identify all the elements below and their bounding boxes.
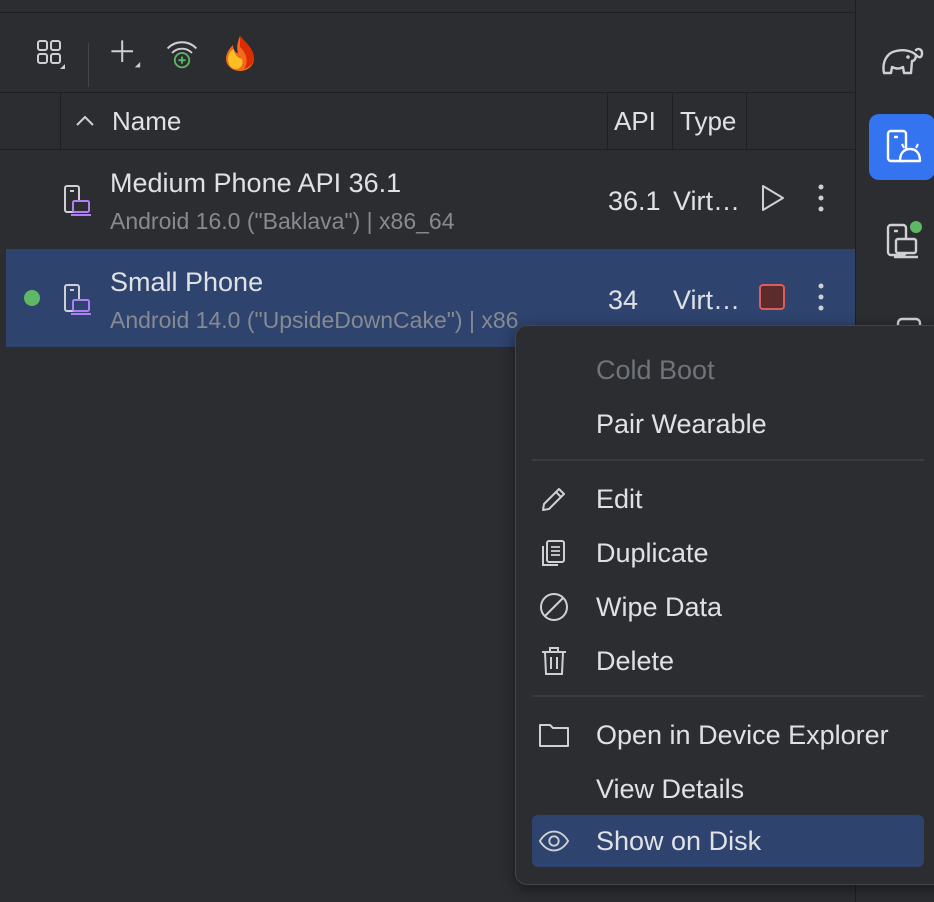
running-devices-icon[interactable]	[869, 206, 934, 272]
copy-icon	[538, 537, 570, 569]
device-type: Virt…	[673, 285, 741, 315]
device-manager-icon[interactable]	[869, 114, 934, 180]
device-row[interactable]: Medium Phone API 36.1 Android 16.0 ("Bak…	[6, 150, 855, 248]
toolbar-separator	[88, 43, 89, 87]
device-details: Android 16.0 ("Baklava") | x86_64	[110, 208, 455, 234]
more-options-icon[interactable]	[806, 180, 836, 216]
menu-item-label: Edit	[596, 483, 643, 514]
folder-icon	[538, 719, 570, 751]
device-toolbar	[0, 13, 855, 93]
device-api-level: 36.1	[608, 186, 661, 216]
menu-item-show-on-disk[interactable]: Show on Disk	[532, 815, 924, 867]
menu-item-label: Pair Wearable	[596, 408, 767, 439]
menu-item-delete[interactable]: Delete	[532, 635, 924, 687]
panel-top-border	[0, 0, 855, 13]
menu-item-label: Duplicate	[596, 537, 709, 568]
menu-separator	[532, 459, 924, 461]
virtual-device-icon	[62, 283, 94, 322]
running-status-dot	[24, 290, 40, 306]
firebase-icon[interactable]	[222, 35, 258, 71]
device-context-menu: Cold Boot Pair Wearable Edit Duplicate W…	[515, 325, 934, 885]
menu-item-open-in-device-explorer[interactable]: Open in Device Explorer	[532, 709, 924, 761]
pencil-icon	[538, 483, 570, 515]
menu-item-label: Delete	[596, 645, 675, 676]
trash-icon	[538, 645, 570, 677]
device-group-icon[interactable]	[32, 35, 68, 71]
menu-item-label: View Details	[596, 773, 745, 804]
column-header-api[interactable]: API	[614, 93, 656, 149]
menu-item-label: Show on Disk	[596, 825, 762, 856]
prohibited-icon	[538, 591, 570, 623]
eye-icon	[538, 825, 570, 857]
column-divider	[60, 93, 61, 149]
device-type: Virt…	[673, 186, 741, 216]
menu-item-edit[interactable]: Edit	[532, 473, 924, 525]
wifi-pairing-icon[interactable]	[164, 35, 200, 71]
column-divider	[672, 93, 673, 149]
menu-item-pair-wearable[interactable]: Pair Wearable	[532, 398, 924, 450]
menu-item-label: Cold Boot	[596, 354, 715, 385]
device-name: Small Phone	[110, 267, 264, 297]
run-icon[interactable]	[754, 180, 790, 216]
menu-item-duplicate[interactable]: Duplicate	[532, 527, 924, 579]
device-details: Android 14.0 ("UpsideDownCake") | x86	[110, 307, 519, 333]
stop-icon[interactable]	[754, 279, 790, 315]
menu-item-wipe-data[interactable]: Wipe Data	[532, 581, 924, 633]
menu-item-cold-boot: Cold Boot	[532, 344, 924, 396]
device-api-level: 34	[608, 285, 639, 315]
virtual-device-icon	[62, 184, 94, 223]
menu-item-label: Open in Device Explorer	[596, 719, 889, 750]
sort-ascending-icon[interactable]	[74, 93, 96, 149]
column-divider	[746, 93, 747, 149]
device-name: Medium Phone API 36.1	[110, 168, 402, 198]
menu-item-view-details[interactable]: View Details	[532, 763, 924, 815]
gradle-elephant-icon[interactable]	[869, 26, 934, 92]
table-header: Name API Type	[0, 93, 855, 150]
menu-separator	[532, 695, 924, 697]
column-header-type[interactable]: Type	[680, 93, 736, 149]
more-options-icon[interactable]	[806, 279, 836, 315]
add-icon[interactable]	[106, 35, 142, 71]
menu-item-label: Wipe Data	[596, 591, 723, 622]
column-header-name[interactable]: Name	[112, 93, 181, 149]
column-divider	[607, 93, 608, 149]
